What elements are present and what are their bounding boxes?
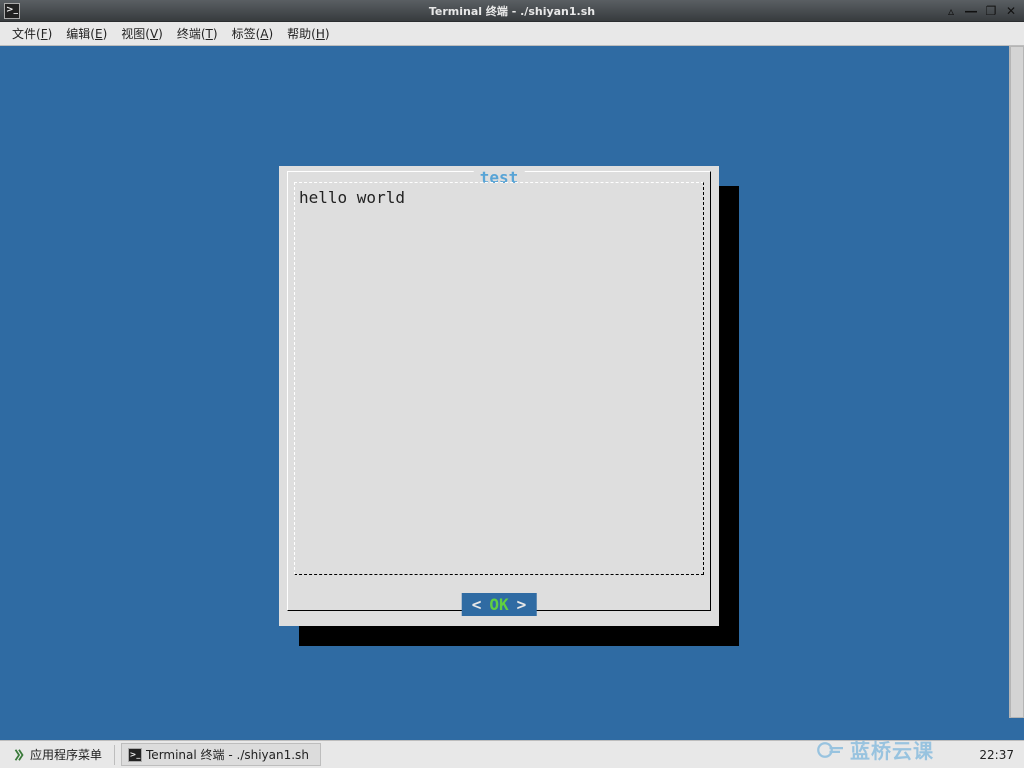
close-icon[interactable]: ✕ — [1004, 4, 1018, 18]
ok-label: OK — [481, 595, 516, 614]
ok-angle-left: < — [472, 595, 482, 614]
maximize-icon[interactable]: ❐ — [984, 4, 998, 18]
terminal-app-icon: >_ — [4, 3, 20, 19]
dialog-inner-frame — [294, 182, 704, 575]
applications-menu-button[interactable]: 应用程序菜单 — [6, 744, 108, 765]
terminal-icon: >_ — [128, 748, 142, 762]
menu-terminal[interactable]: 终端(T) — [171, 23, 224, 44]
terminal-viewport[interactable]: test hello world < OK > — [9, 46, 1009, 718]
window-titlebar: >_ Terminal 终端 - ./shiyan1.sh ▵ ― ❐ ✕ — [0, 0, 1024, 22]
menu-bar: 文件(F) 编辑(E) 视图(V) 终端(T) 标签(A) 帮助(H) — [0, 22, 1024, 46]
rollup-icon[interactable]: ▵ — [944, 4, 958, 18]
applications-menu-label: 应用程序菜单 — [30, 746, 102, 763]
terminal-container: test hello world < OK > — [0, 46, 1024, 740]
minimize-icon[interactable]: ― — [964, 4, 978, 18]
dialog-message: hello world — [299, 188, 405, 207]
ok-button[interactable]: < OK > — [462, 593, 537, 616]
taskbar-clock: 22:37 — [979, 748, 1018, 762]
watermark: 蓝桥云课 — [816, 735, 934, 764]
terminal-scrollbar[interactable] — [1009, 46, 1024, 718]
menu-file[interactable]: 文件(F) — [6, 23, 58, 44]
desktop-taskbar: 应用程序菜单 >_ Terminal 终端 - ./shiyan1.sh 蓝桥云… — [0, 740, 1024, 768]
dialog-frame: test — [287, 171, 711, 611]
menu-help[interactable]: 帮助(H) — [281, 23, 335, 44]
taskbar-divider — [114, 745, 115, 765]
menu-view[interactable]: 视图(V) — [115, 23, 169, 44]
taskbar-task-terminal[interactable]: >_ Terminal 终端 - ./shiyan1.sh — [121, 743, 321, 766]
menu-edit[interactable]: 编辑(E) — [60, 23, 113, 44]
scrollbar-thumb[interactable] — [1010, 46, 1024, 718]
ok-angle-right: > — [517, 595, 527, 614]
xfce-logo-icon — [12, 748, 26, 762]
menu-tabs[interactable]: 标签(A) — [226, 23, 280, 44]
window-title: Terminal 终端 - ./shiyan1.sh — [429, 3, 595, 19]
taskbar-task-label: Terminal 终端 - ./shiyan1.sh — [146, 746, 309, 763]
whiptail-dialog: test hello world < OK > — [279, 166, 719, 626]
window-controls: ▵ ― ❐ ✕ — [944, 4, 1024, 18]
